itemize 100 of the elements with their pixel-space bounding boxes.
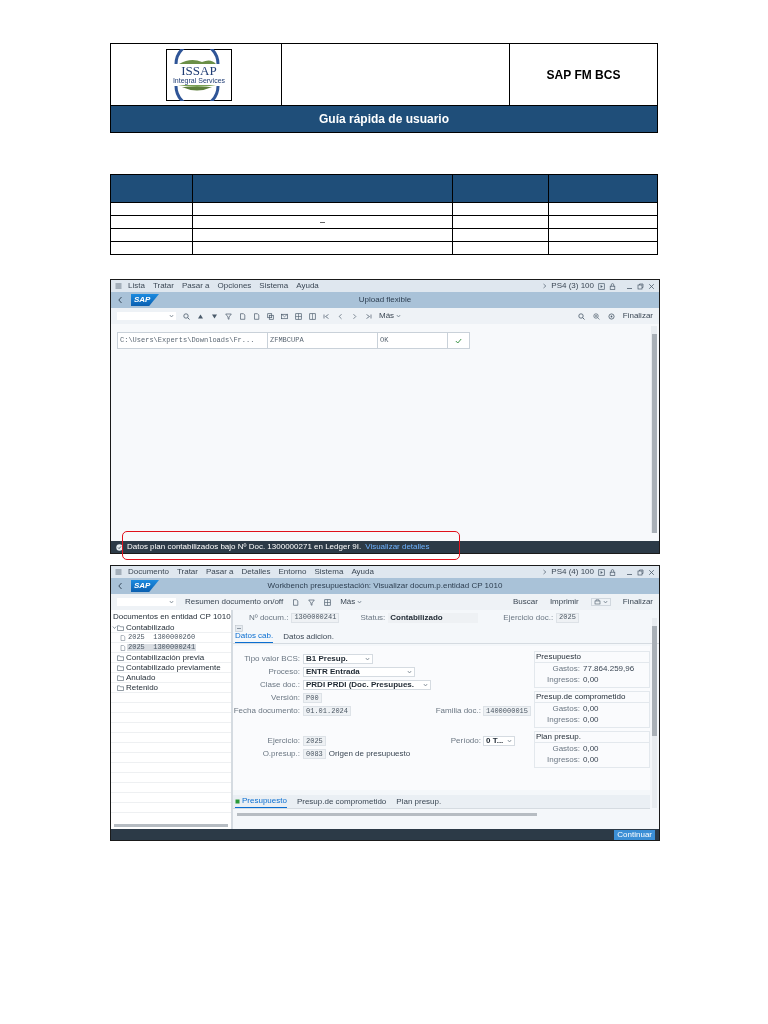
lock-icon[interactable] [609,282,616,290]
menu-item[interactable]: Sistema [259,282,289,290]
more-menu[interactable]: Más [379,312,402,320]
vertical-scrollbar[interactable] [651,326,657,533]
horizontal-scrollbar[interactable] [111,821,231,829]
field-label: Clase doc.: [259,680,300,689]
tree-item[interactable]: Contabilización previa [125,653,206,662]
tree-item[interactable]: Contabilizado previamente [125,663,222,672]
dropdown-field[interactable] [117,312,176,320]
status-field: Contabilizado [388,612,479,623]
collapse-icon[interactable] [235,625,243,632]
page-icon[interactable] [292,598,300,606]
field-label: Período: [450,736,481,745]
play-icon[interactable] [598,568,605,576]
menu-item[interactable]: Ayuda [296,282,319,290]
chevron-right-icon[interactable] [542,283,548,289]
tab[interactable]: Presup.de comprometido [296,798,387,808]
printer-icon [593,599,601,605]
search-icon[interactable] [577,312,585,320]
play-icon[interactable] [598,282,605,290]
tab[interactable]: Presupuesto [235,797,287,808]
tab[interactable]: Datos cab. [235,632,274,643]
guide-title: Guía rápida de usuario [319,111,449,128]
chevron-down-icon [357,600,363,604]
print-options-button[interactable] [590,598,611,606]
toggle-button[interactable]: Resumen documento on/off [185,598,284,606]
chevron-down-icon [507,739,512,743]
menu-item[interactable]: Entorno [278,568,307,576]
field-label: Fecha documento: [233,706,300,715]
field-label: Ejercicio: [267,736,300,745]
previous-icon[interactable] [337,312,344,320]
sort-down-icon[interactable] [211,312,218,320]
restore-icon[interactable] [637,568,644,576]
finish-button[interactable]: Finalizar [622,598,653,606]
product-name: SAP FM BCS [546,66,621,84]
dropdown-field[interactable]: PRDI PRDI (Doc. Presupues. [303,680,431,690]
logo-emblem-drawing [166,48,232,101]
field-label: Ejercicio doc.: [503,613,554,622]
close-icon[interactable] [648,568,655,576]
menu-item[interactable]: Detalles [241,568,271,576]
zoom-icon[interactable] [592,312,600,320]
menu-item[interactable]: Pasar a [205,568,234,576]
more-menu[interactable]: Más [340,598,363,606]
last-page-icon[interactable] [365,312,372,320]
first-page-icon[interactable] [323,312,330,320]
chevron-right-icon[interactable] [542,569,548,575]
back-icon[interactable] [117,582,123,590]
menu-item[interactable]: Tratar [176,568,198,576]
tree-title: Documentos en entidad CP 1010 [113,612,231,621]
settings-icon[interactable] [607,312,615,320]
copy-icon[interactable] [267,312,274,320]
details-link[interactable]: Visualizar detalles [365,543,430,551]
field-value: 0,00 [583,755,599,764]
menu-item[interactable]: Documento [128,568,169,576]
toolbar-button[interactable]: Imprimir [549,598,579,606]
chevron-down-icon [602,600,608,604]
filter-icon[interactable] [308,598,316,606]
field-description: Origen de presupuesto [328,750,411,758]
tab[interactable]: Plan presup. [396,798,442,808]
dropdown-field[interactable]: ENTR Entrada [303,667,415,677]
grid-icon[interactable] [295,312,302,320]
menu-item[interactable]: Lista [128,282,145,290]
field-label: Proceso: [268,667,300,676]
close-icon[interactable] [648,282,655,290]
next-icon[interactable] [351,312,358,320]
back-icon[interactable] [117,296,123,304]
sort-up-icon[interactable] [197,312,204,320]
mail-icon[interactable] [281,312,288,320]
tree-item[interactable]: Retenido [125,683,160,692]
menu-item[interactable]: Sistema [314,568,344,576]
finish-button[interactable]: Finalizar [622,312,653,320]
tree-item[interactable]: Anulado [125,673,157,682]
tab[interactable]: Datos adicion. [283,633,334,643]
menu-item[interactable]: Opciones [217,282,252,290]
tree-item[interactable]: Contabilizado [125,623,176,632]
panel-title: Plan presup. [536,733,581,741]
field-label: Gastos: [552,703,580,713]
menu-item[interactable]: Pasar a [181,282,210,290]
chevron-down-icon [423,683,428,687]
toolbar-button[interactable]: Buscar [512,598,538,606]
dropdown-field[interactable]: B1 Presup. [303,654,373,664]
panel-icon[interactable] [309,312,316,320]
field-label: O.presup.: [262,749,300,758]
field-value: 0,00 [583,744,599,753]
chevron-down-icon [407,670,412,674]
chevron-down-icon [396,314,402,318]
field-value: 0,00 [583,704,599,713]
vertical-scrollbar[interactable] [652,618,657,808]
dropdown-field[interactable]: 0 T... [483,736,515,746]
restore-icon[interactable] [637,282,644,290]
menu-item[interactable]: Tratar [152,282,174,290]
window-title: Workbench presupuestación: Visualizar docum.p.entidad CP 1010 [267,581,503,590]
field-value: 77.864.259,96 [583,664,635,673]
expand-icon[interactable] [112,625,117,630]
grid-icon[interactable] [324,598,332,606]
search-icon[interactable] [183,312,190,320]
lock-icon[interactable] [609,568,616,576]
dropdown-field[interactable] [117,598,176,606]
filter-icon[interactable] [225,312,232,320]
menu-item[interactable]: Ayuda [351,568,374,576]
